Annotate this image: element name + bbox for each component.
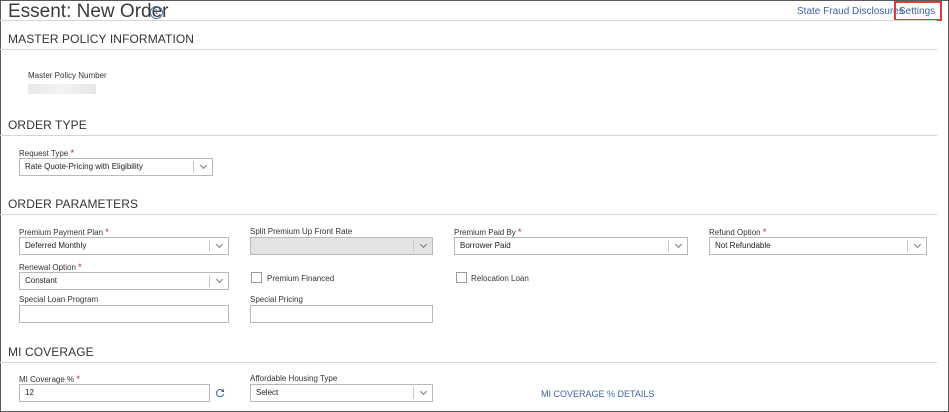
master-policy-number-value-redacted (28, 84, 96, 94)
renewal-option-value: Constant (25, 276, 58, 285)
chevron-down-icon (419, 240, 428, 249)
required-marker: * (78, 262, 82, 272)
affordable-housing-select[interactable]: Select (250, 384, 433, 402)
premium-financed-checkbox[interactable] (251, 272, 262, 283)
refresh-icon[interactable] (215, 388, 225, 398)
order-panel (0, 0, 949, 412)
divider (0, 362, 937, 363)
mi-coverage-pct-input[interactable]: 12 (19, 384, 210, 402)
divider (0, 214, 937, 215)
premium-payment-plan-label: Premium Payment Plan * (19, 227, 109, 237)
request-type-select[interactable]: Rate Quote-Pricing with Eligibility (19, 158, 213, 176)
chevron-down-icon (215, 240, 224, 249)
order-type-heading: ORDER TYPE (8, 118, 87, 132)
master-policy-number-label: Master Policy Number (28, 71, 107, 80)
split-premium-select (250, 237, 433, 255)
chevron-down-icon (199, 161, 208, 170)
refund-option-label: Refund Option * (709, 227, 767, 237)
relocation-loan-checkbox[interactable] (456, 272, 467, 283)
affordable-housing-label: Affordable Housing Type (250, 374, 338, 383)
refund-option-value: Not Refundable (715, 241, 771, 250)
premium-paid-by-value: Borrower Paid (460, 241, 511, 250)
required-marker: * (105, 227, 109, 237)
premium-payment-plan-value: Deferred Monthly (25, 241, 87, 250)
chevron-down-icon (674, 240, 683, 249)
mi-coverage-details-link[interactable]: MI COVERAGE % DETAILS (541, 389, 654, 399)
divider (0, 20, 937, 21)
required-marker: * (70, 148, 74, 158)
required-marker: * (76, 374, 80, 384)
renewal-option-label: Renewal Option * (19, 262, 82, 272)
state-fraud-disclosures-link[interactable]: State Fraud Disclosures (797, 6, 904, 17)
chevron-down-icon (215, 275, 224, 284)
request-type-label: Request Type * (19, 148, 74, 158)
info-icon[interactable]: i (150, 6, 163, 19)
master-policy-heading: MASTER POLICY INFORMATION (8, 32, 195, 46)
divider (0, 49, 937, 50)
special-loan-program-input[interactable] (19, 305, 229, 323)
premium-paid-by-label: Premium Paid By * (454, 227, 522, 237)
chevron-down-icon (419, 387, 428, 396)
settings-link[interactable]: Settings (899, 6, 935, 17)
relocation-loan-label: Relocation Loan (471, 274, 529, 283)
request-type-value: Rate Quote-Pricing with Eligibility (25, 162, 143, 171)
special-loan-program-label: Special Loan Program (19, 295, 99, 304)
special-pricing-input[interactable] (250, 305, 433, 323)
refund-option-select[interactable]: Not Refundable (709, 237, 927, 255)
premium-financed-label: Premium Financed (267, 274, 335, 283)
required-marker: * (518, 227, 522, 237)
split-premium-label: Split Premium Up Front Rate (250, 227, 353, 236)
renewal-option-select[interactable]: Constant (19, 272, 229, 290)
special-pricing-label: Special Pricing (250, 295, 303, 304)
mi-coverage-heading: MI COVERAGE (8, 345, 94, 359)
affordable-housing-value: Select (256, 388, 279, 397)
required-marker: * (762, 227, 767, 237)
mi-coverage-pct-label: MI Coverage % * (19, 374, 80, 384)
premium-payment-plan-select[interactable]: Deferred Monthly (19, 237, 229, 255)
divider (0, 135, 937, 136)
chevron-down-icon (913, 240, 922, 249)
order-parameters-heading: ORDER PARAMETERS (8, 197, 139, 211)
premium-paid-by-select[interactable]: Borrower Paid (454, 237, 688, 255)
